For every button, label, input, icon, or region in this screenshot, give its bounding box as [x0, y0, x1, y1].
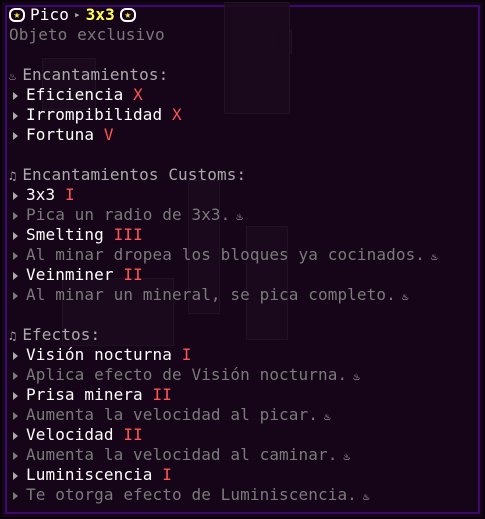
- section-title: Efectos:: [22, 325, 101, 344]
- fire-icon: ♨: [323, 410, 331, 423]
- music-note-icon: ♫: [9, 328, 17, 343]
- section-customs-header: ♫ Encantamientos Customs:: [9, 165, 477, 185]
- fire-icon: ♨: [236, 210, 244, 223]
- enchant-row: Eficiencia X: [9, 85, 477, 105]
- enchant-level: II: [123, 265, 143, 284]
- tooltip-content: ★ Pico ▸ 3x3 ★ Objeto exclusivo ♨ Encanta…: [9, 5, 477, 505]
- enchant-name: 3x3: [26, 185, 56, 204]
- item-tooltip: ★ Pico ▸ 3x3 ★ Objeto exclusivo ♨ Encanta…: [0, 0, 485, 519]
- bullet-icon: [13, 111, 18, 120]
- effect-row: Velocidad II: [9, 425, 477, 445]
- bullet-icon: [13, 451, 18, 460]
- bullet-icon: [13, 271, 18, 280]
- effect-description: Aplica efecto de Visión nocturna. ♨: [9, 365, 477, 385]
- separator-icon: ▸: [73, 8, 81, 21]
- section-efectos-header: ♫ Efectos:: [9, 325, 477, 345]
- enchant-level: V: [103, 125, 114, 144]
- enchant-name: Smelting: [26, 225, 104, 244]
- bullet-icon: [13, 351, 18, 360]
- enchant-level: I: [64, 185, 75, 204]
- effect-level: I: [162, 465, 172, 484]
- effect-row: Visión nocturna I: [9, 345, 477, 365]
- effect-row: Prisa minera II: [9, 385, 477, 405]
- effect-level: II: [123, 425, 143, 444]
- custom-enchant-row: 3x3 I: [9, 185, 477, 205]
- bullet-icon: [13, 391, 18, 400]
- enchant-description: Al minar un mineral, se pica completo. ♨: [9, 285, 477, 305]
- bullet-icon: [13, 291, 18, 300]
- section-encantamientos-header: ♨ Encantamientos:: [9, 65, 477, 85]
- effect-name: Velocidad: [26, 425, 114, 444]
- bullet-icon: [13, 471, 18, 480]
- effect-level: II: [152, 385, 172, 404]
- item-name: Pico: [30, 5, 69, 24]
- effect-description: Aumenta la velocidad al caminar. ♨: [9, 445, 477, 465]
- title-row: ★ Pico ▸ 3x3 ★: [9, 5, 477, 25]
- enchant-name: Fortuna: [26, 125, 95, 144]
- section-title: Encantamientos Customs:: [22, 165, 247, 184]
- enchant-level: III: [113, 225, 143, 244]
- custom-enchant-row: Veinminer II: [9, 265, 477, 285]
- bullet-icon: [13, 251, 18, 260]
- bullet-icon: [13, 211, 18, 220]
- bullet-icon: [13, 371, 18, 380]
- music-note-icon: ♫: [9, 168, 17, 183]
- enchant-name: Veinminer: [26, 265, 114, 284]
- bullet-icon: [13, 431, 18, 440]
- effect-description: Te otorga efecto de Luminiscencia. ♨: [9, 485, 477, 505]
- bullet-icon: [13, 191, 18, 200]
- bullet-icon: [13, 131, 18, 140]
- item-variant: 3x3: [85, 5, 115, 24]
- effect-row: Luminiscencia I: [9, 465, 477, 485]
- bullet-icon: [13, 411, 18, 420]
- fire-icon: ♨: [343, 450, 351, 463]
- enchant-level: X: [133, 85, 143, 104]
- fire-icon: ♨: [353, 370, 360, 383]
- enchant-description: Al minar dropea los bloques ya cocinados…: [9, 245, 477, 265]
- section-title: Encantamientos:: [22, 65, 169, 84]
- star-icon: ★: [9, 8, 25, 22]
- enchant-row: Fortuna V: [9, 125, 477, 145]
- fire-icon: ♨: [9, 68, 17, 83]
- enchant-name: Eficiencia: [26, 85, 124, 104]
- fire-icon: ♨: [431, 250, 438, 263]
- enchant-description: Pica un radio de 3x3. ♨: [9, 205, 477, 225]
- effect-name: Prisa minera: [26, 385, 143, 404]
- effect-description: Aumenta la velocidad al picar. ♨: [9, 405, 477, 425]
- bullet-icon: [13, 491, 18, 500]
- enchant-row: Irrompibilidad X: [9, 105, 477, 125]
- bullet-icon: [13, 91, 18, 100]
- custom-enchant-row: Smelting III: [9, 225, 477, 245]
- enchant-name: Irrompibilidad: [26, 105, 163, 124]
- star-icon: ★: [119, 8, 136, 22]
- enchant-level: X: [172, 105, 182, 124]
- fire-icon: ♨: [401, 290, 409, 303]
- effect-name: Visión nocturna: [26, 345, 172, 364]
- fire-icon: ♨: [362, 490, 370, 503]
- bullet-icon: [13, 231, 18, 240]
- effect-level: I: [181, 345, 192, 364]
- item-subtitle: Objeto exclusivo: [9, 25, 165, 44]
- effect-name: Luminiscencia: [26, 465, 153, 484]
